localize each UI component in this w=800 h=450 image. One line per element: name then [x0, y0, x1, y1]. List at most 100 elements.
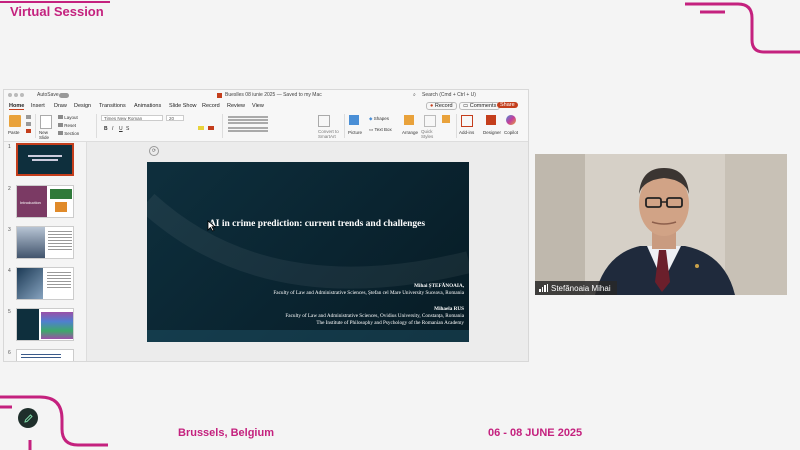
picture-icon[interactable] [349, 115, 359, 125]
slide-title[interactable]: AI in crime prediction: current trends a… [187, 219, 447, 230]
divider [344, 114, 345, 138]
paragraph-icon[interactable] [228, 116, 268, 118]
layout-button[interactable]: Layout [58, 115, 78, 120]
slide-thumbnail[interactable] [16, 267, 74, 300]
slide-thumbnail-panel: 1 2 Introduction 3 4 5 6 [4, 142, 87, 361]
accessibility-icon[interactable]: ⟳ [149, 146, 159, 156]
paste-label[interactable]: Paste [8, 130, 20, 135]
divider [96, 114, 97, 138]
record-label: Record [434, 103, 453, 109]
thumbnail-title-line [28, 155, 62, 157]
corner-decoration-top-right [685, 2, 800, 54]
copy-icon[interactable] [26, 122, 31, 126]
slide-thumbnail[interactable]: Introduction [16, 185, 74, 218]
slide-thumbnail[interactable] [16, 308, 74, 341]
tab-home[interactable]: Home [9, 103, 25, 110]
comments-label: Comments [469, 103, 497, 109]
quick-styles-icon[interactable] [424, 115, 436, 127]
meeting-frame: Virtual Session AutoSave Bueslles 08 iun… [0, 0, 800, 450]
reset-icon [58, 123, 63, 127]
slide-canvas[interactable]: ⟳ AI in crime prediction: current trends… [87, 142, 528, 361]
current-slide[interactable]: AI in crime prediction: current trends a… [147, 162, 469, 342]
window-control-icon[interactable] [20, 93, 24, 97]
designer-label[interactable]: Designer [483, 130, 501, 135]
autosave-toggle[interactable] [59, 93, 69, 98]
powerpoint-icon [217, 93, 222, 98]
window-control-icon[interactable] [14, 93, 18, 97]
textbox-button[interactable]: ▭ Text Box [369, 127, 392, 133]
record-button[interactable]: ● Record [426, 102, 457, 110]
participant-portrait [535, 154, 787, 295]
thumbnail-number: 4 [8, 268, 11, 274]
slide-thumbnail[interactable] [16, 143, 74, 176]
font-name-select[interactable]: Times New Roman [101, 115, 163, 121]
slide-thumbnail[interactable] [16, 226, 74, 259]
reset-label: Reset [64, 123, 77, 128]
new-slide-label[interactable]: New Slide [39, 130, 55, 140]
session-title: Virtual Session [10, 4, 104, 19]
participant-name-tag: Stefănoaia Mihai [535, 281, 617, 295]
powerpoint-window[interactable]: AutoSave Bueslles 08 iunie 2025 — Saved … [3, 89, 529, 362]
window-control-icon[interactable] [8, 93, 12, 97]
font-color-icon[interactable] [208, 126, 214, 130]
divider [456, 114, 457, 138]
bold-icon[interactable]: B [104, 126, 108, 132]
share-button[interactable]: Share [497, 102, 518, 108]
share-label: Share [500, 102, 515, 108]
smartart-icon[interactable] [318, 115, 330, 127]
thumbnail-image [17, 227, 45, 258]
slide-affiliation-2b: The Institute of Philosophy and Psycholo… [316, 320, 464, 326]
tab-transitions[interactable]: Transitions [99, 103, 126, 109]
tab-insert[interactable]: Insert [31, 103, 45, 109]
participant-video[interactable]: Stefănoaia Mihai [535, 154, 787, 295]
slide-thumbnail[interactable] [16, 349, 74, 361]
thumbnail-number: 6 [8, 350, 11, 356]
tab-draw[interactable]: Draw [54, 103, 67, 109]
highlight-icon[interactable] [198, 126, 204, 130]
convert-smartart-label[interactable]: Convert to SmartArt [318, 129, 340, 139]
paste-icon[interactable] [9, 115, 21, 127]
slide-author-2: Mihaela RUS [434, 306, 464, 312]
tab-review[interactable]: Review [227, 103, 245, 109]
format-painter-icon[interactable] [26, 129, 31, 133]
font-size-select[interactable]: 20 [166, 115, 184, 121]
slide-affiliation-1: Faculty of Law and Administrative Scienc… [273, 290, 464, 296]
quick-styles-label[interactable]: Quick Styles [421, 129, 437, 139]
thumbnail-title-line [32, 159, 58, 161]
strikethrough-icon[interactable]: S [126, 126, 129, 132]
edit-button[interactable] [18, 408, 38, 428]
reset-button[interactable]: Reset [58, 123, 76, 128]
record-dot-icon: ● [430, 103, 434, 109]
align-icon[interactable] [228, 127, 268, 129]
section-button[interactable]: Section [58, 131, 79, 136]
thumbnail-number: 1 [8, 144, 11, 150]
thumbnail-number: 5 [8, 309, 11, 315]
search-box[interactable]: Search (Cmd + Ctrl + U) [422, 92, 476, 98]
cut-icon[interactable] [26, 115, 31, 119]
shape-fill-icon[interactable] [442, 115, 450, 123]
tab-view[interactable]: View [252, 103, 264, 109]
document-title[interactable]: Bueslles 08 iunie 2025 — Saved to my Mac [225, 92, 322, 98]
arrange-icon[interactable] [404, 115, 414, 125]
tab-animations[interactable]: Animations [134, 103, 161, 109]
thumbnail-text-lines [48, 231, 72, 232]
designer-icon[interactable] [486, 115, 496, 125]
copilot-icon[interactable] [506, 115, 516, 125]
slide-author-1: Mihai ȘTEFĂNOAIA, [414, 283, 464, 289]
addins-icon[interactable] [461, 115, 473, 127]
thumbnail-number: 3 [8, 227, 11, 233]
ribbon-tabs: Home Insert Draw Design Transitions Anim… [4, 101, 528, 111]
copilot-label[interactable]: Copilot [504, 130, 518, 135]
addins-label[interactable]: Add-ins [459, 130, 474, 135]
comments-button[interactable]: ▭ Comments [459, 102, 501, 110]
shapes-button[interactable]: ◆ Shapes [369, 116, 389, 122]
slide-affiliation-2a: Faculty of Law and Administrative Scienc… [285, 313, 464, 319]
italic-icon[interactable]: I [112, 126, 113, 132]
picture-label[interactable]: Picture [348, 130, 362, 135]
new-slide-icon[interactable] [40, 115, 52, 129]
tab-record[interactable]: Record [202, 103, 220, 109]
tab-slide-show[interactable]: Slide Show [169, 103, 197, 109]
arrange-label[interactable]: Arrange [402, 130, 418, 135]
tab-design[interactable]: Design [74, 103, 91, 109]
underline-icon[interactable]: U [119, 126, 123, 132]
